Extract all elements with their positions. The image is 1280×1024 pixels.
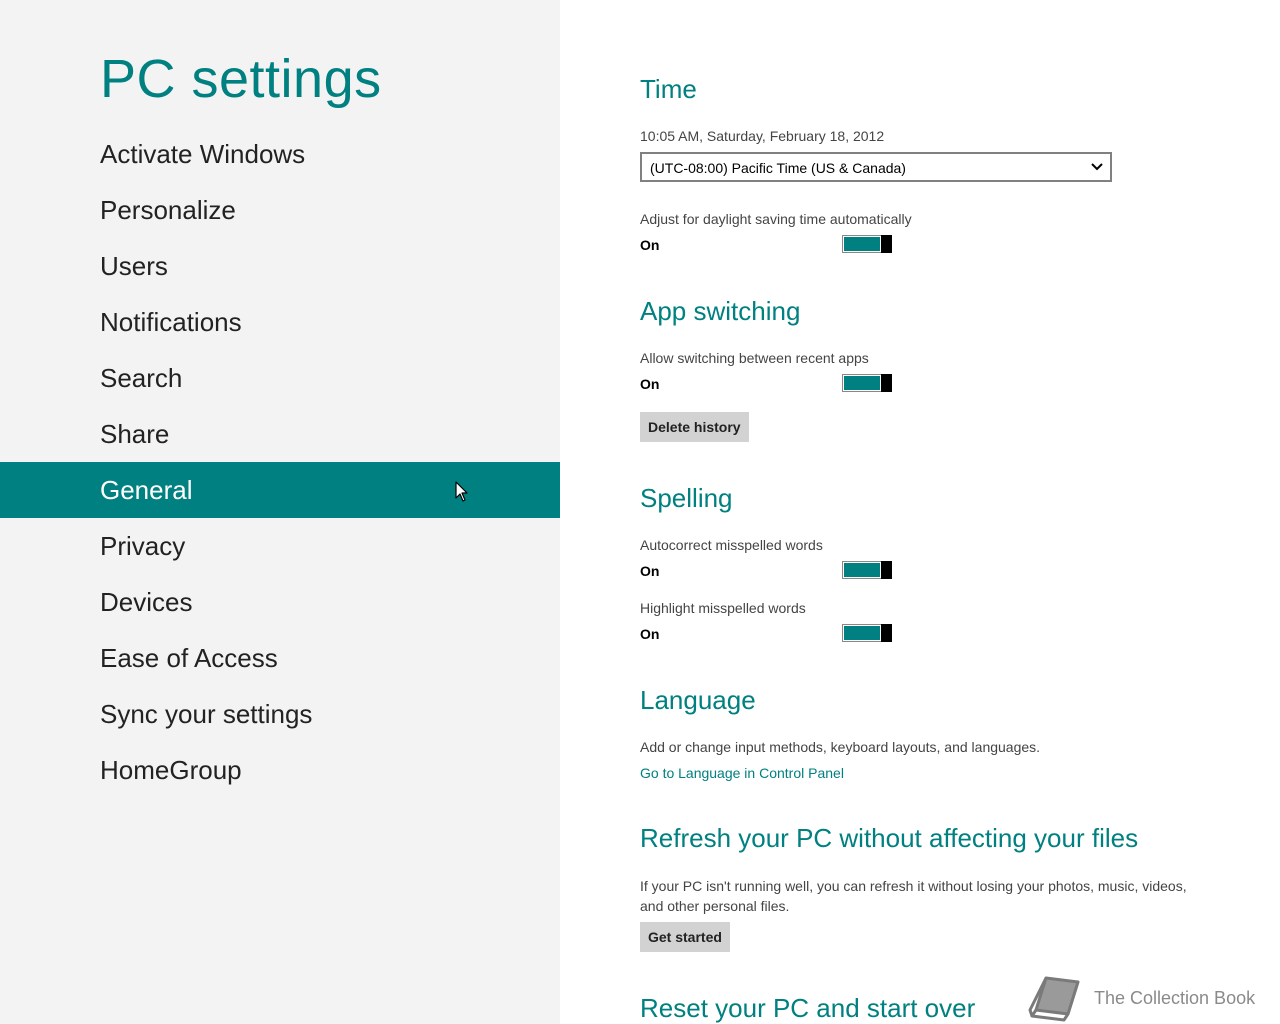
sidebar-item-homegroup[interactable]: HomeGroup [0, 742, 560, 798]
toggle-thumb [881, 374, 892, 392]
language-control-panel-link[interactable]: Go to Language in Control Panel [640, 765, 844, 781]
sidebar-item-devices[interactable]: Devices [0, 574, 560, 630]
timezone-value: (UTC-08:00) Pacific Time (US & Canada) [650, 160, 906, 176]
sidebar-item-share[interactable]: Share [0, 406, 560, 462]
toggle-thumb [881, 624, 892, 642]
dst-state: On [640, 237, 660, 253]
watermark-text: The Collection Book [1094, 988, 1256, 1008]
sidebar-item-privacy[interactable]: Privacy [0, 518, 560, 574]
mouse-cursor-icon [455, 481, 468, 502]
sidebar-item-general[interactable]: General [0, 462, 560, 518]
toggle-thumb [881, 561, 892, 579]
page-title: PC settings [100, 49, 382, 109]
sidebar-item-activate-windows[interactable]: Activate Windows [0, 126, 560, 182]
get-started-button[interactable]: Get started [640, 922, 730, 952]
settings-sidebar: PC settings Activate Windows Personalize… [0, 0, 560, 1024]
dst-label: Adjust for daylight saving time automati… [640, 211, 912, 227]
spelling-section-title: Spelling [640, 483, 733, 513]
timezone-dropdown[interactable]: (UTC-08:00) Pacific Time (US & Canada) [640, 152, 1112, 182]
allow-switching-toggle[interactable] [842, 374, 892, 392]
autocorrect-toggle[interactable] [842, 561, 892, 579]
sidebar-item-sync-your-settings[interactable]: Sync your settings [0, 686, 560, 742]
toggle-fill [844, 376, 880, 390]
toggle-fill [844, 563, 880, 577]
refresh-description: If your PC isn't running well, you can r… [640, 878, 1187, 914]
sidebar-item-personalize[interactable]: Personalize [0, 182, 560, 238]
settings-content: Time 10:05 AM, Saturday, February 18, 20… [640, 0, 1240, 1024]
watermark: The Collection Book [1026, 974, 1280, 1024]
time-section-title: Time [640, 74, 697, 104]
delete-history-button[interactable]: Delete history [640, 412, 749, 442]
settings-nav: Activate Windows Personalize Users Notif… [0, 126, 560, 798]
language-section-title: Language [640, 685, 756, 715]
autocorrect-state: On [640, 563, 660, 579]
chevron-down-icon [1091, 163, 1103, 171]
reset-section-title: Reset your PC and start over [640, 993, 976, 1023]
book-icon [1028, 976, 1080, 1022]
toggle-thumb [881, 235, 892, 253]
language-description: Add or change input methods, keyboard la… [640, 739, 1041, 755]
sidebar-item-search[interactable]: Search [0, 350, 560, 406]
allow-switching-state: On [640, 376, 660, 392]
sidebar-item-notifications[interactable]: Notifications [0, 294, 560, 350]
allow-switching-label: Allow switching between recent apps [640, 350, 869, 366]
highlight-label: Highlight misspelled words [640, 600, 806, 616]
highlight-state: On [640, 626, 660, 642]
sidebar-item-ease-of-access[interactable]: Ease of Access [0, 630, 560, 686]
autocorrect-label: Autocorrect misspelled words [640, 537, 823, 553]
refresh-section-title: Refresh your PC without affecting your f… [640, 823, 1139, 853]
sidebar-item-users[interactable]: Users [0, 238, 560, 294]
dst-toggle[interactable] [842, 235, 892, 253]
highlight-toggle[interactable] [842, 624, 892, 642]
app-switching-section-title: App switching [640, 296, 801, 326]
toggle-fill [844, 626, 880, 640]
current-time-text: 10:05 AM, Saturday, February 18, 2012 [640, 128, 885, 144]
toggle-fill [844, 237, 880, 251]
